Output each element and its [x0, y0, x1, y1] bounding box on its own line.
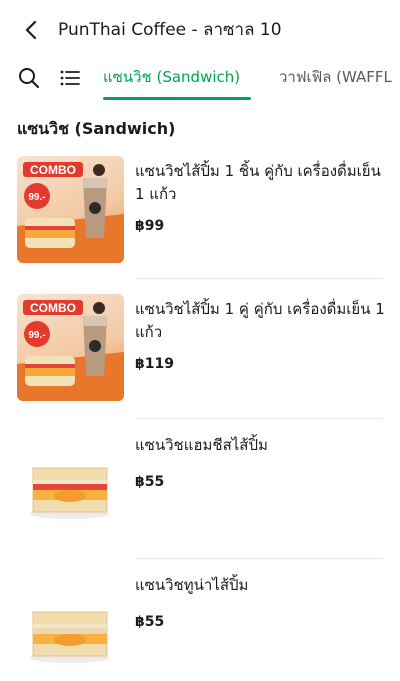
menu-item[interactable]: แซนวิชแฮมชีสไส้ปิ้ม ฿55: [0, 432, 400, 572]
menu-item[interactable]: COMBO 99.- แซนวิชไส้ปิ้ม 1 ชิ้น คู่กับ เ…: [0, 152, 400, 292]
item-name: แซนวิชไส้ปิ้ม 1 ชิ้น คู่กับ เครื่องดื่มเ…: [135, 162, 381, 203]
list-icon: [60, 70, 80, 86]
category-tabbar: แซนวิช (Sandwich) วาฟเฟิล (WAFFL: [0, 56, 400, 102]
combo-price-tag: 99.-: [28, 330, 45, 341]
restaurant-title: PunThai Coffee - ลาซาล 10: [58, 20, 282, 40]
tab-sandwich[interactable]: แซนวิช (Sandwich): [103, 66, 240, 88]
sandwich-product-image: [17, 438, 124, 545]
item-price: ฿119: [135, 356, 174, 372]
item-divider: [135, 278, 383, 279]
item-name: แซนวิชแฮมชีสไส้ปิ้ม: [135, 436, 268, 454]
combo-badge: COMBO: [30, 163, 76, 177]
back-button[interactable]: [20, 18, 44, 42]
category-list-button[interactable]: [58, 66, 82, 90]
item-divider: [135, 418, 383, 419]
chevron-left-icon: [25, 20, 37, 40]
combo-price-tag: 99.-: [28, 192, 45, 203]
section-title: แซนวิช (Sandwich): [17, 119, 176, 138]
sandwich-product-image: [17, 578, 124, 681]
search-button[interactable]: [17, 66, 41, 90]
item-divider: [135, 558, 383, 559]
item-name: แซนวิชไส้ปิ้ม 1 คู่ คู่กับ เครื่องดื่มเย…: [135, 300, 385, 341]
combo-product-image: COMBO 99.-: [17, 294, 124, 401]
item-price: ฿55: [135, 614, 165, 630]
item-name: แซนวิชทูน่าไส้ปิ้ม: [135, 576, 249, 594]
item-price: ฿55: [135, 474, 165, 490]
search-icon: [19, 68, 40, 89]
combo-product-image: COMBO 99.-: [17, 156, 124, 263]
active-tab-indicator: [103, 97, 251, 100]
tab-waffle[interactable]: วาฟเฟิล (WAFFL: [279, 66, 392, 88]
menu-item[interactable]: COMBO 99.- แซนวิชไส้ปิ้ม 1 คู่ คู่กับ เค…: [0, 292, 400, 432]
combo-badge: COMBO: [30, 301, 76, 315]
item-price: ฿99: [135, 218, 165, 234]
menu-item[interactable]: แซนวิชทูน่าไส้ปิ้ม ฿55: [0, 572, 400, 681]
app-header: PunThai Coffee - ลาซาล 10: [0, 0, 400, 56]
